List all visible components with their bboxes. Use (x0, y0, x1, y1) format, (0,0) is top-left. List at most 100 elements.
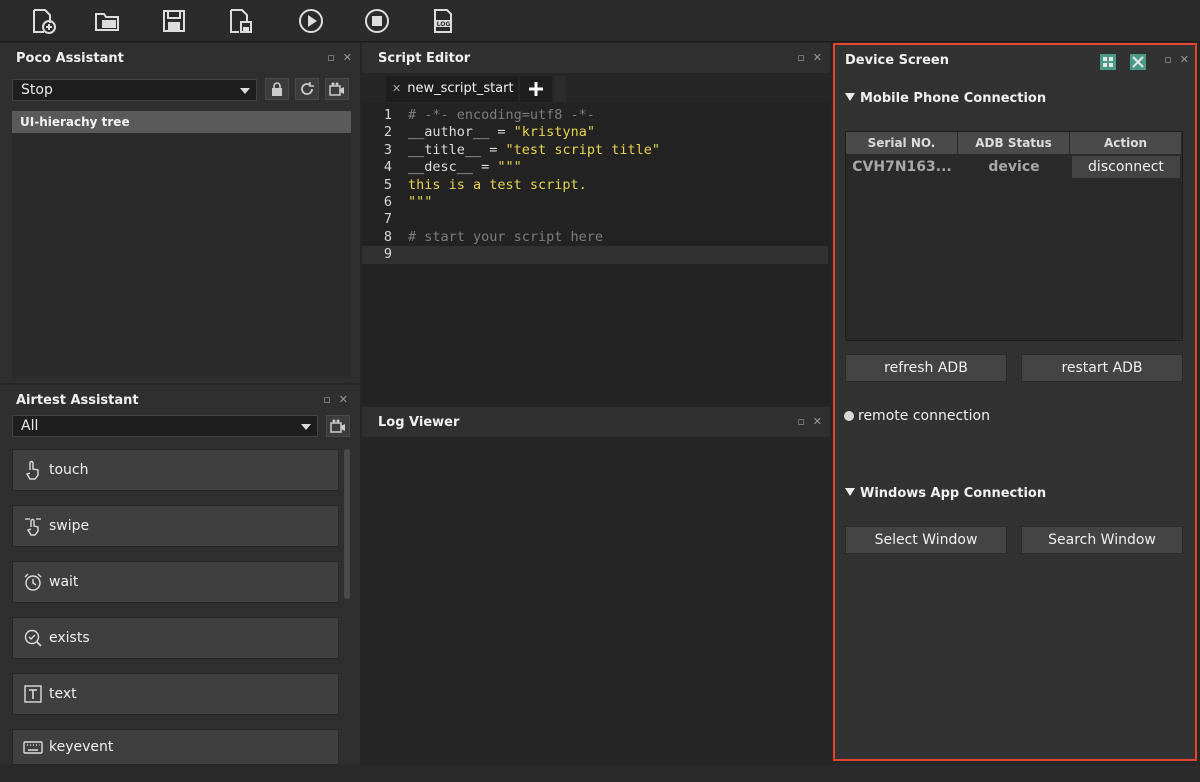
touch-button[interactable]: touch (12, 449, 339, 491)
code-line[interactable]: 5 this is a test script. (362, 177, 828, 195)
code-line[interactable]: 7 (362, 211, 828, 229)
close-icon[interactable]: ✕ (343, 52, 352, 63)
close-icon[interactable]: ✕ (813, 416, 822, 427)
open-folder-icon (95, 13, 119, 31)
chevron-down-icon (240, 88, 250, 94)
script-editor-panel: Script Editor ▫ ✕ ✕ new_script_start 1 # -… (362, 43, 830, 405)
restart-adb-button[interactable]: restart ADB (1021, 354, 1183, 382)
lock-button[interactable] (265, 78, 289, 100)
float-icon[interactable]: ▫ (323, 394, 330, 405)
camera-icon (329, 82, 344, 96)
code-line[interactable]: 9 (362, 246, 828, 264)
airtest-assistant-panel: Airtest Assistant ▫ ✕ All touch swipe wa… (0, 385, 360, 765)
ui-hierarchy-tree[interactable] (12, 133, 351, 378)
code-token: this is a test script. (408, 176, 587, 193)
close-icon[interactable]: ✕ (813, 52, 822, 63)
float-icon[interactable]: ▫ (1164, 54, 1171, 65)
device-serial: CVH7N163... (852, 159, 952, 175)
float-icon[interactable]: ▫ (797, 52, 804, 63)
tab-new-script[interactable]: ✕ new_script_start (386, 76, 518, 102)
collapse-triangle-icon (845, 93, 855, 101)
code-editor[interactable]: 1 # -*- encoding=utf8 -*- 2 __author__ = "k… (362, 103, 830, 405)
wait-label: wait (49, 574, 79, 590)
close-tab-icon[interactable]: ✕ (392, 82, 401, 95)
code-line[interactable]: 2 __author__ = "kristyna" (362, 124, 828, 142)
airtest-filter-select[interactable]: All (12, 415, 318, 437)
disconnect-button[interactable]: disconnect (1072, 156, 1180, 178)
line-number: 9 (383, 246, 392, 263)
device-screen-panel: Device Screen ▫ ✕ Mobile Phone Connectio… (833, 43, 1197, 761)
code-line[interactable]: 1 # -*- encoding=utf8 -*- (362, 107, 828, 125)
device-screen-title: Device Screen (845, 53, 949, 68)
device-table[interactable]: Serial NO. ADB Status Action CVH7N163...… (845, 131, 1183, 341)
exists-label: exists (49, 630, 90, 646)
new-file-button[interactable] (28, 6, 58, 36)
device-status: device (988, 159, 1040, 175)
column-header-action[interactable]: Action (1070, 132, 1182, 154)
code-line[interactable]: 6 """ (362, 194, 828, 212)
close-icon[interactable]: ✕ (1180, 54, 1189, 65)
code-line[interactable]: 8 # start your script here (362, 229, 828, 247)
line-number: 8 (383, 228, 392, 245)
float-icon[interactable]: ▫ (327, 52, 334, 63)
text-button[interactable]: text (12, 673, 339, 715)
text-label: text (49, 686, 77, 702)
line-number: 3 (383, 141, 392, 158)
swipe-button[interactable]: swipe (12, 505, 339, 547)
code-token: # start your script here (408, 228, 604, 245)
code-token: __author__ = (408, 124, 514, 141)
mobile-phone-connection-header[interactable]: Mobile Phone Connection (845, 91, 1046, 106)
airtest-record-button[interactable] (326, 415, 350, 437)
new-file-icon (33, 9, 56, 34)
log-viewer-title: Log Viewer (378, 415, 460, 430)
keyevent-button[interactable]: keyevent (12, 729, 339, 765)
column-header-adb-status[interactable]: ADB Status (958, 132, 1070, 154)
section-label: Mobile Phone Connection (860, 91, 1047, 106)
close-icon[interactable]: ✕ (339, 394, 348, 405)
ui-hierarchy-tree-header[interactable]: UI-hierachy tree (12, 111, 351, 133)
poco-assistant-panel: Poco Assistant ▫ ✕ Stop UI-hierachy tree (0, 43, 360, 383)
main-toolbar: LOG (0, 0, 1200, 42)
float-icon[interactable]: ▫ (797, 416, 804, 427)
status-bar (0, 765, 1200, 782)
refresh-tree-button[interactable] (295, 78, 319, 100)
exists-button[interactable]: exists (12, 617, 339, 659)
collapse-triangle-icon (845, 488, 855, 496)
add-tab-button[interactable] (520, 76, 552, 102)
play-icon (299, 9, 323, 33)
stop-icon (365, 9, 389, 33)
line-number: 4 (383, 159, 392, 176)
tab-dropdown[interactable] (554, 76, 566, 102)
wait-button[interactable]: wait (12, 561, 339, 603)
chevron-down-icon (301, 424, 311, 430)
alarm-clock-icon (24, 573, 42, 591)
remote-connection-radio[interactable]: remote connection (844, 408, 990, 424)
swipe-hand-icon (25, 518, 41, 536)
svg-text:LOG: LOG (437, 21, 451, 28)
code-line[interactable]: 3 __title__ = "test script title" (362, 142, 828, 160)
select-window-button[interactable]: Select Window (845, 526, 1007, 554)
refresh-adb-button[interactable]: refresh ADB (845, 354, 1007, 382)
keyboard-icon (23, 741, 43, 754)
save-as-button[interactable] (225, 6, 255, 36)
log-button[interactable]: LOG (428, 6, 458, 36)
stop-button[interactable] (362, 6, 392, 36)
column-header-serial[interactable]: Serial NO. (846, 132, 958, 154)
open-folder-button[interactable] (92, 6, 122, 36)
windows-app-connection-header[interactable]: Windows App Connection (845, 486, 1046, 501)
text-box-icon (24, 685, 42, 703)
refresh-icon (301, 82, 314, 95)
line-number: 1 (383, 107, 392, 123)
tools-icon[interactable] (1129, 53, 1147, 71)
log-viewer-panel: Log Viewer ▫ ✕ (362, 407, 830, 765)
search-window-button[interactable]: Search Window (1021, 526, 1183, 554)
record-button[interactable] (325, 78, 349, 100)
grid-view-icon[interactable] (1099, 53, 1117, 71)
code-token: __desc__ = (408, 159, 498, 176)
poco-mode-value: Stop (21, 82, 53, 98)
code-line[interactable]: 4 __desc__ = """ (362, 159, 828, 177)
airtest-scrollbar[interactable] (344, 449, 350, 599)
run-button[interactable] (296, 6, 326, 36)
save-button[interactable] (159, 6, 189, 36)
poco-mode-select[interactable]: Stop (12, 79, 257, 101)
